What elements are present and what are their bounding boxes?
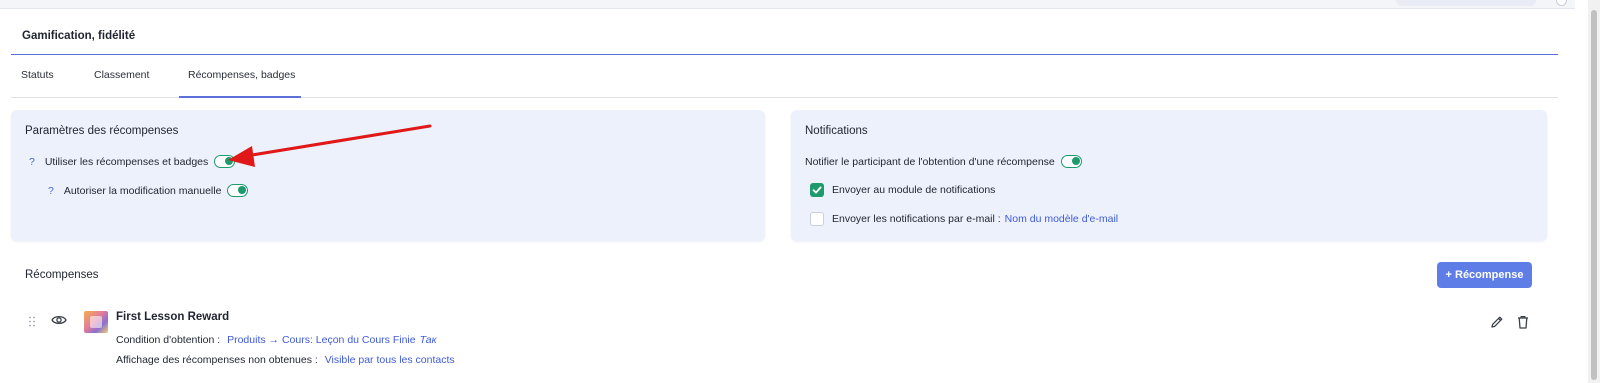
notifications-card: Notifications Notifier le participant de… <box>791 110 1547 241</box>
scrollbar-thumb[interactable] <box>1591 10 1597 380</box>
module-notifications-row: Envoyer au module de notifications <box>810 183 995 197</box>
module-notifications-checkbox[interactable] <box>810 183 824 197</box>
page-title: Gamification, fidélité <box>22 30 136 42</box>
reward-settings-title: Paramètres des récompenses <box>25 125 179 137</box>
use-rewards-toggle[interactable] <box>214 155 236 168</box>
help-icon[interactable]: ? <box>48 185 54 197</box>
pencil-icon[interactable] <box>1489 314 1505 330</box>
active-tab-indicator <box>179 96 301 98</box>
manual-edit-toggle[interactable] <box>227 184 249 197</box>
email-notifications-row: Envoyer les notifications par e-mail : N… <box>810 212 1118 226</box>
add-reward-button[interactable]: + Récompense <box>1437 262 1532 288</box>
drag-handle-icon[interactable] <box>28 316 36 327</box>
notify-participant-label: Notifier le participant de l'obtention d… <box>805 155 1055 168</box>
reward-display: Affichage des récompenses non obtenues :… <box>116 354 455 366</box>
title-divider <box>11 54 1558 55</box>
reward-condition-tag: Так <box>419 334 437 346</box>
tab-recompenses-badges[interactable]: Récompenses, badges <box>188 69 295 81</box>
use-rewards-row: ? Utiliser les récompenses et badges <box>29 155 236 168</box>
page-scrollbar[interactable] <box>1588 0 1600 383</box>
tab-bar: Statuts Classement Récompenses, badges <box>11 56 1558 98</box>
reward-name: First Lesson Reward <box>116 311 230 323</box>
notifications-title: Notifications <box>805 125 868 137</box>
use-rewards-label: Utiliser les récompenses et badges <box>44 155 209 168</box>
module-notifications-label: Envoyer au module de notifications <box>832 184 996 196</box>
reward-condition-link[interactable]: Produits → Cours: Leçon du Cours Finie <box>227 334 416 346</box>
reward-display-link[interactable]: Visible par tous les contacts <box>325 354 455 366</box>
reward-condition: Condition d'obtention : Produits → Cours… <box>116 334 437 346</box>
top-search-pill[interactable] <box>1396 0 1536 6</box>
email-notifications-label: Envoyer les notifications par e-mail : <box>832 213 1001 225</box>
check-icon <box>812 186 822 194</box>
trash-icon[interactable] <box>1515 314 1531 330</box>
reward-display-label: Affichage des récompenses non obtenues : <box>116 354 318 366</box>
email-template-link[interactable]: Nom du modèle d'e-mail <box>1005 213 1118 225</box>
manual-edit-row: ? Autoriser la modification manuelle <box>48 184 249 197</box>
reward-thumbnail <box>84 311 108 333</box>
notify-participant-toggle[interactable] <box>1060 155 1082 168</box>
tab-statuts[interactable]: Statuts <box>21 69 54 81</box>
top-bar <box>0 0 1575 9</box>
reward-settings-card: Paramètres des récompenses ? Utiliser le… <box>11 110 765 241</box>
top-status-indicator <box>1556 0 1567 6</box>
help-icon[interactable]: ? <box>29 156 35 168</box>
email-notifications-checkbox[interactable] <box>810 212 824 226</box>
manual-edit-label: Autoriser la modification manuelle <box>63 184 222 197</box>
rewards-title: Récompenses <box>25 269 99 281</box>
tab-classement[interactable]: Classement <box>94 69 149 81</box>
eye-icon[interactable] <box>51 314 67 326</box>
notify-participant-row: Notifier le participant de l'obtention d… <box>805 155 1082 168</box>
reward-condition-label: Condition d'obtention : <box>116 334 221 346</box>
